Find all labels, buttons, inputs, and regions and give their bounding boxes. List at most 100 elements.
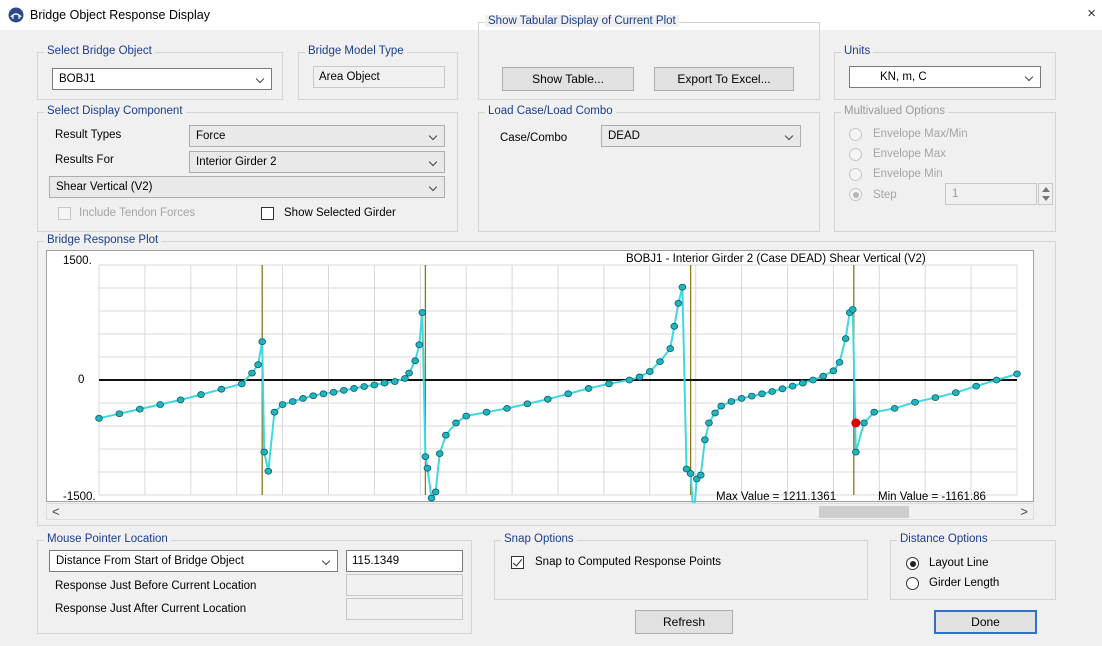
data-point: [625, 376, 634, 384]
data-point: [931, 394, 940, 402]
group-label: Distance Options: [897, 533, 991, 545]
envelope-max-min-radio[interactable]: [849, 128, 862, 141]
snap-checkbox[interactable]: [511, 556, 524, 569]
data-point: [299, 394, 307, 402]
data-point: [156, 401, 164, 408]
data-point: [788, 382, 797, 390]
data-point: [860, 419, 868, 427]
step-spinner[interactable]: [1038, 183, 1053, 205]
results-for-dropdown[interactable]: Interior Girder 2: [189, 151, 445, 173]
case-combo-label: Case/Combo: [500, 132, 568, 144]
group-label: Mouse Pointer Location: [44, 533, 171, 545]
chevron-down-icon: [428, 157, 438, 167]
data-point: [564, 390, 572, 398]
data-point: [289, 398, 297, 405]
chart-canvas[interactable]: [47, 251, 1035, 503]
data-point: [95, 414, 103, 422]
dropdown-value: BOBJ1: [59, 73, 96, 85]
show-selected-girder-checkbox[interactable]: [261, 207, 274, 220]
bridge-object-dropdown[interactable]: BOBJ1: [52, 68, 272, 90]
data-point: [339, 386, 348, 394]
data-point: [431, 488, 440, 496]
data-point: [238, 380, 246, 388]
radio-selected-dot: [909, 560, 916, 567]
data-point: [972, 382, 980, 390]
data-point: [670, 322, 679, 330]
close-icon[interactable]: ×: [1087, 5, 1096, 22]
data-point: [482, 408, 491, 416]
case-combo-dropdown[interactable]: DEAD: [601, 125, 801, 147]
data-point: [809, 376, 817, 384]
step-value-field[interactable]: 1: [945, 183, 1037, 205]
data-point: [423, 464, 432, 472]
scroll-right-icon[interactable]: >: [1020, 504, 1028, 519]
units-group: Units KN, m, C: [834, 45, 1056, 100]
data-point: [350, 385, 358, 392]
include-tendon-checkbox[interactable]: [58, 207, 71, 220]
tabular-display-group: Show Tabular Display of Current Plot Sho…: [478, 15, 820, 100]
distance-options-group: Distance Options Layout Line Girder Leng…: [890, 533, 1056, 600]
y-axis-min-label: -1500.: [63, 491, 96, 503]
app-icon: [8, 7, 24, 23]
data-point: [768, 388, 776, 395]
component-dropdown[interactable]: Shear Vertical (V2): [49, 176, 445, 198]
data-point: [176, 396, 185, 404]
response-before-field: [346, 574, 463, 596]
data-point: [452, 419, 460, 427]
group-label: Load Case/Load Combo: [485, 105, 616, 117]
units-dropdown[interactable]: KN, m, C: [849, 66, 1041, 88]
data-point: [747, 392, 756, 400]
multivalued-options-group: Multivalued Options Envelope Max/Min Env…: [834, 105, 1056, 232]
data-point: [309, 392, 318, 400]
bridge-model-type-group: Bridge Model Type Area Object: [298, 45, 458, 100]
data-point: [798, 379, 807, 387]
data-point: [543, 395, 552, 403]
chevron-down-icon: [428, 131, 438, 141]
group-label: Bridge Response Plot: [44, 234, 162, 246]
data-point: [418, 309, 427, 316]
step-radio[interactable]: [849, 188, 862, 201]
scroll-left-icon[interactable]: <: [52, 504, 60, 519]
data-point: [717, 402, 725, 410]
distance-value-field[interactable]: 115.1349: [346, 550, 463, 572]
group-label: Select Display Component: [44, 105, 186, 117]
data-point: [727, 398, 736, 405]
data-point: [278, 401, 287, 408]
export-excel-button[interactable]: Export To Excel...: [654, 67, 794, 91]
data-point: [380, 379, 389, 387]
dropdown-value: DEAD: [608, 130, 640, 142]
data-point: [701, 436, 709, 444]
y-axis-zero-label: 0: [78, 374, 85, 386]
girder-length-radio[interactable]: [906, 577, 919, 590]
data-point: [841, 335, 850, 342]
data-point: [523, 400, 532, 408]
group-label: Bridge Model Type: [305, 45, 407, 57]
data-point: [678, 283, 687, 291]
distance-type-dropdown[interactable]: Distance From Start of Bridge Object: [49, 550, 338, 572]
refresh-button[interactable]: Refresh: [635, 610, 733, 634]
data-point: [852, 448, 860, 456]
data-point: [656, 358, 664, 365]
data-point: [635, 373, 644, 381]
min-value-text: Min Value = -1161.86: [878, 491, 986, 503]
result-types-dropdown[interactable]: Force: [189, 125, 445, 147]
group-label: Select Bridge Object: [44, 45, 155, 57]
data-point: [462, 412, 471, 420]
envelope-max-radio[interactable]: [849, 148, 862, 161]
chevron-down-icon: [1024, 72, 1034, 82]
field-value: Area Object: [319, 71, 380, 83]
envelope-min-radio[interactable]: [849, 168, 862, 181]
data-point: [645, 368, 654, 375]
dropdown-value: Distance From Start of Bridge Object: [56, 555, 244, 567]
data-point: [115, 410, 124, 418]
plot-horizontal-scrollbar[interactable]: < >: [46, 503, 1034, 520]
response-before-label: Response Just Before Current Location: [55, 580, 257, 592]
done-button[interactable]: Done: [934, 610, 1037, 634]
layout-line-radio[interactable]: [906, 557, 919, 570]
show-table-button[interactable]: Show Table...: [502, 67, 634, 91]
scroll-thumb[interactable]: [819, 506, 909, 518]
data-point: [370, 381, 379, 389]
group-label: Snap Options: [501, 533, 577, 545]
response-plot[interactable]: [46, 250, 1035, 503]
envelope-max-label: Envelope Max: [873, 148, 946, 160]
